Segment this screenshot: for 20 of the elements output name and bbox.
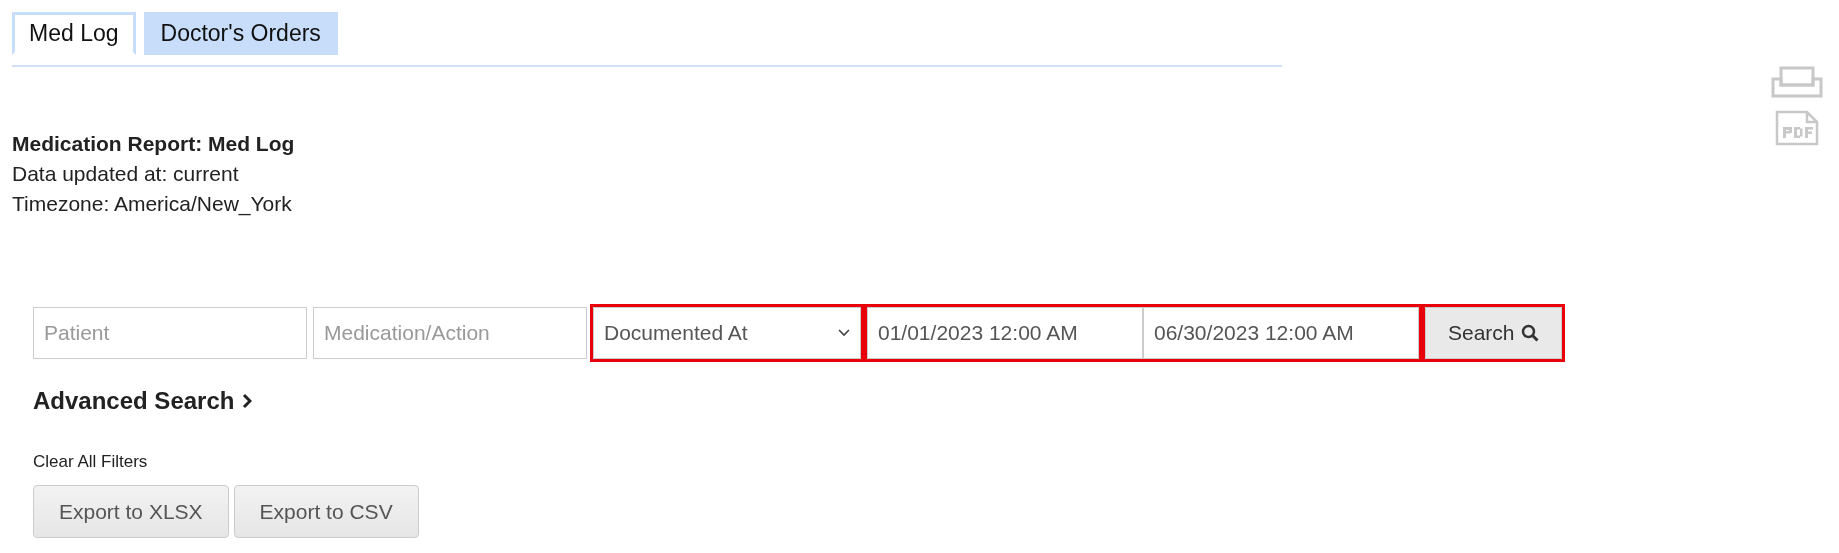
caret-icon <box>838 329 850 338</box>
search-button[interactable]: Search <box>1425 307 1562 360</box>
tab[interactable]: Doctor's Orders <box>143 12 338 56</box>
date-field[interactable]: 06/30/2023 12:00 AM <box>1143 307 1419 360</box>
search-icon <box>1520 324 1539 343</box>
advanced-search-link[interactable]: Advanced Search <box>33 383 253 420</box>
date-field[interactable]: 01/01/2023 12:00 AM <box>867 307 1143 360</box>
text-field[interactable]: Patient <box>33 307 307 360</box>
updated-text: Data updated at: current <box>12 161 239 188</box>
tab[interactable]: Med Log <box>12 12 136 56</box>
pdf-icon[interactable] <box>1775 110 1819 146</box>
print-icon[interactable] <box>1771 66 1823 98</box>
export-button[interactable]: Export to XLSX <box>33 484 229 539</box>
timezone-text: Timezone: America/New_York <box>12 191 292 218</box>
report-title: Medication Report: Med Log <box>12 131 295 158</box>
text-field[interactable]: Medication/Action <box>313 307 587 360</box>
dropdown-field[interactable]: Documented At <box>593 307 861 360</box>
clear-filters-link[interactable]: Clear All Filters <box>33 452 148 472</box>
export-button[interactable]: Export to CSV <box>233 484 419 539</box>
chevron-icon <box>242 393 253 410</box>
